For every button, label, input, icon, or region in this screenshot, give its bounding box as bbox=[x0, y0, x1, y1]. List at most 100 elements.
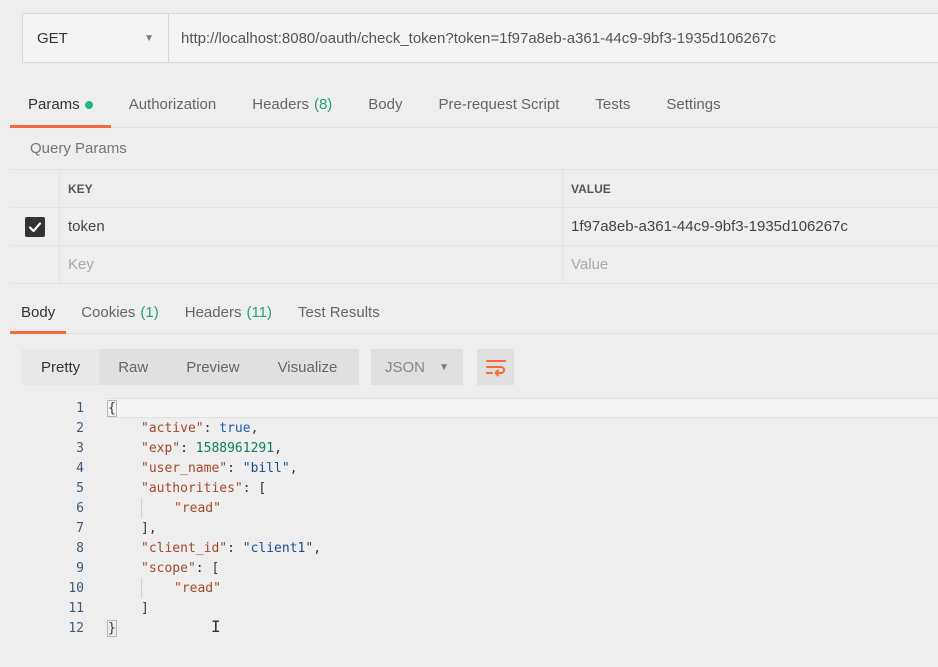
check-icon bbox=[28, 221, 41, 232]
response-tab-cookies[interactable]: Cookies (1) bbox=[70, 296, 170, 333]
tab-settings[interactable]: Settings bbox=[648, 88, 738, 127]
query-params-table: KEY VALUE token 1f97a8eb-a361-44c9-9bf3-… bbox=[10, 169, 938, 284]
code-token: ], bbox=[141, 520, 157, 536]
code-token: , bbox=[250, 420, 259, 436]
param-value-placeholder[interactable]: Value bbox=[563, 246, 938, 283]
line-number: 2 bbox=[76, 420, 84, 436]
tab-count: (8) bbox=[313, 96, 333, 113]
tab-label: Headers bbox=[184, 304, 242, 321]
code-token: : bbox=[203, 420, 220, 436]
wrap-lines-button[interactable] bbox=[477, 349, 514, 385]
code-token: "active" bbox=[141, 420, 204, 436]
code-line: 11] bbox=[22, 598, 938, 618]
line-number: 5 bbox=[76, 480, 84, 496]
code-text: } bbox=[107, 619, 117, 637]
tab-label: Cookies bbox=[81, 304, 136, 321]
param-value-input[interactable]: 1f97a8eb-a361-44c9-9bf3-1935d106267c bbox=[563, 208, 938, 245]
code-text: "read" bbox=[108, 581, 221, 596]
method-select[interactable]: GET ▼ bbox=[23, 14, 169, 62]
request-tabs: Params Authorization Headers (8) Body Pre-req… bbox=[10, 88, 938, 128]
tab-pre-request-script[interactable]: Pre-request Script bbox=[421, 88, 578, 127]
code-token: } bbox=[107, 619, 117, 637]
response-tab-headers[interactable]: Headers (11) bbox=[174, 296, 283, 333]
code-token: { bbox=[107, 399, 117, 417]
code-text: "active": true, bbox=[108, 421, 258, 436]
tab-count: (11) bbox=[246, 304, 273, 321]
tab-label: Pre-request Script bbox=[438, 96, 560, 113]
url-input[interactable]: http://localhost:8080/oauth/check_token?… bbox=[169, 14, 938, 62]
code-text: "user_name": "bill", bbox=[108, 461, 298, 476]
code-token: , bbox=[289, 460, 298, 476]
tab-label: Authorization bbox=[128, 96, 217, 113]
request-url-bar: GET ▼ http://localhost:8080/oauth/check_… bbox=[22, 13, 938, 63]
param-key-placeholder[interactable]: Key bbox=[60, 246, 563, 283]
code-line: 7], bbox=[22, 518, 938, 538]
view-preview-button[interactable]: Preview bbox=[167, 349, 258, 385]
code-text: "authorities": [ bbox=[108, 481, 266, 496]
response-tab-test-results[interactable]: Test Results bbox=[287, 296, 391, 333]
code-text: ] bbox=[108, 601, 149, 616]
line-number: 11 bbox=[68, 600, 84, 616]
code-token: "scope" bbox=[141, 560, 196, 576]
tab-label: Headers bbox=[252, 96, 309, 113]
code-token: "user_name" bbox=[141, 460, 228, 476]
status-dot-icon bbox=[84, 100, 93, 109]
code-token: , bbox=[313, 540, 322, 556]
line-number: 9 bbox=[76, 560, 84, 576]
code-token: "authorities" bbox=[141, 480, 243, 496]
param-empty-check-cell bbox=[10, 246, 60, 283]
params-header-value: VALUE bbox=[571, 181, 611, 196]
view-raw-button[interactable]: Raw bbox=[99, 349, 167, 385]
tab-label: Tests bbox=[595, 96, 631, 113]
tab-headers[interactable]: Headers (8) bbox=[234, 88, 350, 127]
line-number: 6 bbox=[76, 500, 84, 516]
response-tabs: Body Cookies (1) Headers (11) Test Results bbox=[10, 296, 938, 334]
code-text: ], bbox=[108, 521, 157, 536]
tab-tests[interactable]: Tests bbox=[577, 88, 648, 127]
code-token: : [ bbox=[195, 560, 220, 576]
code-line: 2 "active": true, bbox=[22, 418, 938, 438]
tab-body[interactable]: Body bbox=[350, 88, 420, 127]
view-pretty-button[interactable]: Pretty bbox=[22, 349, 100, 385]
view-visualize-button[interactable]: Visualize bbox=[259, 349, 357, 385]
response-tab-body[interactable]: Body bbox=[10, 296, 67, 334]
tab-label: Test Results bbox=[298, 304, 380, 321]
query-params-title: Query Params bbox=[30, 140, 127, 157]
code-token: "read" bbox=[174, 500, 221, 516]
code-text: { bbox=[107, 399, 117, 417]
code-line: 3 "exp": 1588961291, bbox=[22, 438, 938, 458]
code-token: 1588961291 bbox=[195, 440, 275, 456]
line-number: 10 bbox=[68, 580, 84, 596]
tab-label: Params bbox=[28, 96, 80, 113]
params-header-check-cell bbox=[10, 170, 60, 207]
code-text: "scope": [ bbox=[108, 561, 219, 576]
code-text: "read" bbox=[108, 501, 221, 516]
tab-label: Body bbox=[21, 304, 56, 321]
code-line: 4 "user_name": "bill", bbox=[22, 458, 938, 478]
code-token: : bbox=[227, 460, 243, 476]
format-label: JSON bbox=[385, 358, 426, 376]
tab-params[interactable]: Params bbox=[10, 88, 111, 128]
view-mode-group: Pretty Raw Preview Visualize bbox=[22, 349, 359, 385]
code-line: 10 "read" bbox=[22, 578, 938, 598]
line-number: 7 bbox=[76, 520, 84, 536]
param-key-input[interactable]: token bbox=[60, 208, 563, 245]
code-token: , bbox=[274, 440, 282, 456]
tab-authorization[interactable]: Authorization bbox=[111, 88, 235, 127]
line-number: 3 bbox=[76, 440, 84, 456]
code-text: "client_id": "client1", bbox=[108, 541, 321, 556]
code-line: 5 "authorities": [ bbox=[22, 478, 938, 498]
param-checkbox-cell bbox=[10, 208, 60, 245]
tab-label: Body bbox=[368, 96, 403, 113]
method-label: GET bbox=[37, 29, 68, 47]
line-number: 8 bbox=[76, 540, 84, 556]
line-number: 1 bbox=[76, 400, 84, 416]
response-body-editor[interactable]: 1 {2 "active": true, 3 "exp": 1588961291, 4 "u… bbox=[22, 398, 938, 643]
code-token: ] bbox=[141, 600, 149, 616]
format-select[interactable]: JSON ▼ bbox=[371, 349, 463, 385]
param-checkbox[interactable] bbox=[24, 216, 45, 237]
code-token: "client_id" bbox=[141, 540, 228, 556]
code-token: "client1" bbox=[242, 540, 314, 556]
code-token: "bill" bbox=[242, 460, 290, 476]
params-header-row: KEY VALUE bbox=[10, 170, 938, 208]
